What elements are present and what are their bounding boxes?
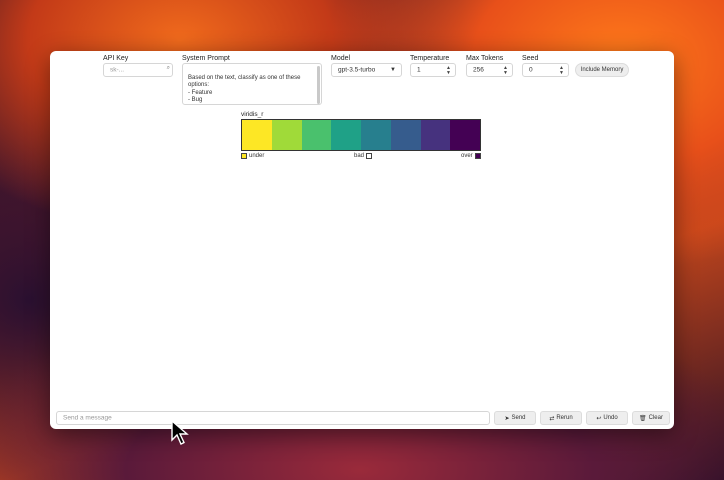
api-key-placeholder: sk-...	[110, 66, 125, 74]
undo-button[interactable]: ↩ Undo	[586, 411, 628, 425]
temperature-input[interactable]: 1 ▲ ▼	[410, 63, 456, 77]
mouse-cursor-icon	[171, 420, 189, 445]
send-icon: ➤	[504, 415, 510, 422]
over-swatch	[475, 153, 481, 159]
seed-input[interactable]: 0 ▲ ▼	[522, 63, 569, 77]
colormap-title: viridis_r	[241, 111, 264, 118]
under-label: under	[249, 153, 265, 159]
over-label: over	[461, 153, 473, 159]
colormap-segment	[242, 120, 272, 150]
colormap-segment	[271, 120, 302, 150]
system-prompt-label: System Prompt	[182, 55, 230, 62]
max-tokens-value: 256	[473, 66, 484, 74]
colormap-segment	[301, 120, 332, 150]
under-swatch	[241, 153, 247, 159]
model-value: gpt-3.5-turbo	[338, 66, 376, 74]
clear-button[interactable]: 🗑 Clear	[632, 411, 670, 425]
bad-swatch	[366, 153, 372, 159]
send-button[interactable]: ➤ Send	[494, 411, 536, 425]
stepper-icon[interactable]: ▲ ▼	[446, 66, 451, 76]
trash-icon: 🗑	[639, 415, 647, 422]
textarea-scrollbar[interactable]	[317, 66, 320, 104]
message-input[interactable]: Send a message	[56, 411, 490, 425]
model-label: Model	[331, 55, 351, 62]
api-key-label: API Key	[103, 55, 129, 62]
rerun-label: Rerun	[556, 415, 573, 421]
seed-label: Seed	[522, 55, 539, 62]
bad-label: bad	[354, 153, 365, 159]
system-prompt-text: Based on the text, classify as one of th…	[188, 74, 301, 104]
message-placeholder: Send a message	[63, 414, 112, 422]
colormap-segment	[450, 120, 480, 150]
include-memory-label: Include Memory	[580, 67, 624, 73]
clear-label: Clear	[648, 415, 663, 421]
undo-label: Undo	[603, 415, 618, 421]
max-tokens-label: Max Tokens	[466, 55, 504, 62]
stepper-icon[interactable]: ▲ ▼	[559, 66, 564, 76]
colormap-segment	[390, 120, 421, 150]
chevron-down-icon: ▼	[390, 67, 396, 73]
rerun-icon: ⇄	[549, 415, 555, 422]
include-memory-button[interactable]: Include Memory	[575, 63, 629, 77]
model-select[interactable]: gpt-3.5-turbo ▼	[331, 63, 402, 77]
api-key-input[interactable]: sk-... ⌕	[103, 63, 173, 77]
colormap-strip	[241, 119, 481, 151]
key-icon: ⌕	[166, 65, 170, 71]
max-tokens-input[interactable]: 256 ▲ ▼	[466, 63, 513, 77]
temperature-value: 1	[417, 66, 421, 74]
colormap-segment	[331, 120, 361, 150]
system-prompt-textarea[interactable]: Based on the text, classify as one of th…	[182, 63, 322, 105]
send-label: Send	[511, 415, 526, 421]
temperature-label: Temperature	[410, 55, 450, 62]
colormap-segment	[361, 120, 391, 150]
colormap-segment	[420, 120, 451, 150]
rerun-button[interactable]: ⇄ Rerun	[540, 411, 582, 425]
chat-app-window: API Key sk-... ⌕ System Prompt Based on …	[50, 51, 674, 429]
seed-value: 0	[529, 66, 533, 74]
undo-icon: ↩	[596, 415, 602, 422]
stepper-icon[interactable]: ▲ ▼	[503, 66, 508, 76]
